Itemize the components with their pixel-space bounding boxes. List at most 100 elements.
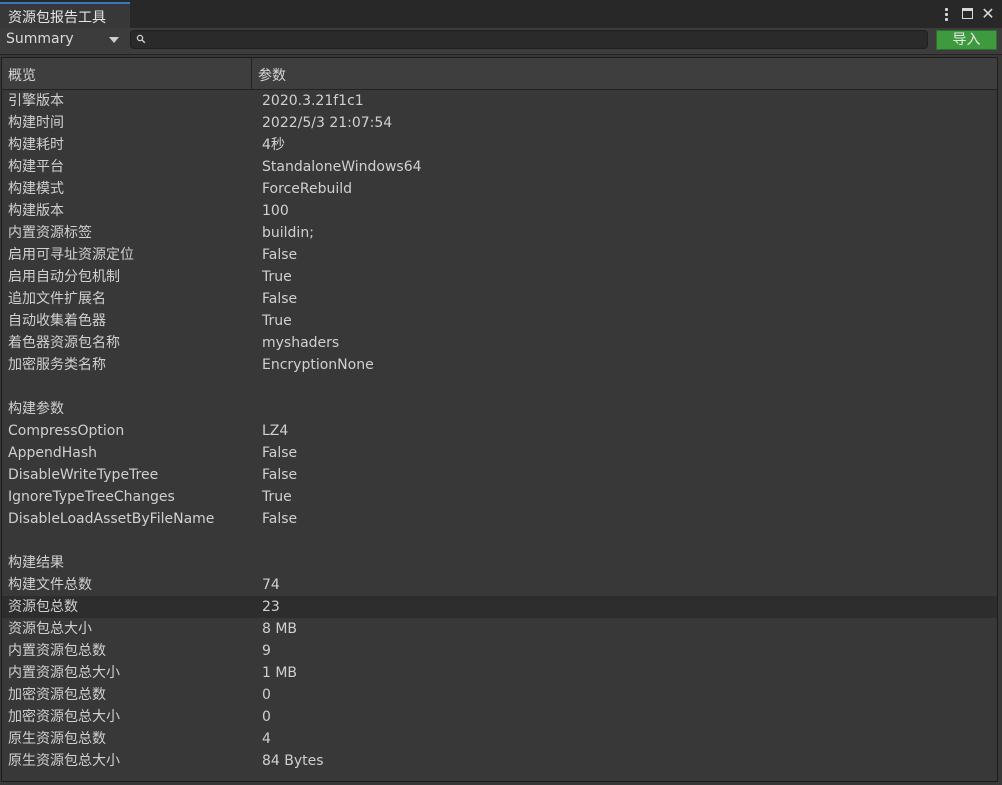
row-key: 构建结果	[8, 555, 64, 571]
table-row[interactable]: 构建文件总数 74	[2, 574, 997, 596]
row-value: False	[262, 467, 298, 483]
column-divider[interactable]	[251, 58, 252, 89]
row-key: 内置资源标签	[8, 225, 92, 241]
table-row[interactable]: 构建平台 StandaloneWindows64	[2, 156, 997, 178]
row-value: 4秒	[262, 137, 285, 153]
table-row[interactable]: 资源包总大小 8 MB	[2, 618, 997, 640]
view-mode-dropdown[interactable]: Summary	[0, 29, 125, 51]
table-row[interactable]: 自动收集着色器 True	[2, 310, 997, 332]
table-row[interactable]: 加密资源包总大小 0	[2, 706, 997, 728]
row-key: 加密服务类名称	[8, 357, 106, 373]
row-value: False	[262, 511, 298, 527]
row-key: 内置资源包总大小	[8, 665, 120, 681]
row-value: True	[262, 489, 292, 505]
row-value: StandaloneWindows64	[262, 159, 422, 175]
table-row[interactable]: 资源包总数 23	[2, 596, 997, 618]
close-icon[interactable]: ✕	[979, 5, 997, 23]
search-icon	[136, 34, 146, 44]
row-key: 构建平台	[8, 159, 64, 175]
toolbar: Summary 导入	[0, 28, 1002, 55]
row-value: myshaders	[262, 335, 340, 351]
row-key: 着色器资源包名称	[8, 335, 120, 351]
row-key: 构建时间	[8, 115, 64, 131]
table-row[interactable]: 启用可寻址资源定位 False	[2, 244, 997, 266]
table-row[interactable]: 构建参数	[2, 398, 997, 420]
row-value: True	[262, 269, 292, 285]
row-value: 9	[262, 643, 271, 659]
import-button[interactable]: 导入	[936, 30, 997, 50]
row-value: 23	[262, 599, 280, 615]
view-mode-label: Summary	[6, 31, 74, 47]
table-row[interactable]: 构建时间 2022/5/3 21:07:54	[2, 112, 997, 134]
row-value: 2022/5/3 21:07:54	[262, 115, 393, 131]
window-tab[interactable]: 资源包报告工具	[0, 2, 130, 28]
row-key: 资源包总大小	[8, 621, 92, 637]
row-key: 构建模式	[8, 181, 64, 197]
row-key: IgnoreTypeTreeChanges	[8, 489, 175, 505]
row-key: 自动收集着色器	[8, 313, 106, 329]
table-row[interactable]: 引擎版本 2020.3.21f1c1	[2, 90, 997, 112]
row-key: 构建版本	[8, 203, 64, 219]
row-value: ForceRebuild	[262, 181, 353, 197]
row-key: CompressOption	[8, 423, 125, 439]
search-field[interactable]	[130, 30, 928, 49]
row-value: 84 Bytes	[262, 753, 324, 769]
table-row[interactable]: AppendHash False	[2, 442, 997, 464]
row-key: 加密资源包总数	[8, 687, 106, 703]
row-key: 原生资源包总数	[8, 731, 106, 747]
row-key: 构建文件总数	[8, 577, 92, 593]
table-row[interactable]: 构建耗时 4秒	[2, 134, 997, 156]
table-row[interactable]: 构建结果	[2, 552, 997, 574]
row-key: 构建耗时	[8, 137, 64, 153]
row-key: 启用可寻址资源定位	[8, 247, 134, 263]
row-key: 原生资源包总大小	[8, 753, 120, 769]
row-key: AppendHash	[8, 445, 97, 461]
maximize-icon[interactable]	[959, 5, 977, 23]
row-value: buildin;	[262, 225, 314, 241]
table-row[interactable]: IgnoreTypeTreeChanges True	[2, 486, 997, 508]
dropdown-arrow-icon	[109, 37, 119, 43]
table-row[interactable]: CompressOption LZ4	[2, 420, 997, 442]
table-row[interactable]: DisableWriteTypeTree False	[2, 464, 997, 486]
table-row[interactable]: 追加文件扩展名 False	[2, 288, 997, 310]
row-key: DisableWriteTypeTree	[8, 467, 159, 483]
row-value: 4	[262, 731, 271, 747]
table-row[interactable]: 构建模式 ForceRebuild	[2, 178, 997, 200]
table-row[interactable]: 加密服务类名称 EncryptionNone	[2, 354, 997, 376]
row-value: 100	[262, 203, 289, 219]
table-row[interactable]: 内置资源包总大小 1 MB	[2, 662, 997, 684]
tab-bar: 资源包报告工具 ✕	[0, 0, 1002, 28]
row-key: 构建参数	[8, 401, 64, 417]
report-window: 资源包报告工具 ✕ Summary 导入 概览 参数 引擎版本 2020.3.21…	[0, 0, 1002, 785]
table-row[interactable]: 原生资源包总大小 84 Bytes	[2, 750, 997, 772]
row-value: False	[262, 445, 298, 461]
table-row[interactable]	[2, 376, 997, 398]
more-options-icon[interactable]	[937, 5, 955, 23]
window-tab-title: 资源包报告工具	[8, 10, 106, 26]
row-key: 启用自动分包机制	[8, 269, 120, 285]
row-value: 2020.3.21f1c1	[262, 93, 364, 109]
row-key: 追加文件扩展名	[8, 291, 106, 307]
table-row[interactable]: 内置资源标签 buildin;	[2, 222, 997, 244]
row-key: 加密资源包总大小	[8, 709, 120, 725]
table-row[interactable]: 加密资源包总数 0	[2, 684, 997, 706]
table-row[interactable]	[2, 530, 997, 552]
table-row[interactable]: 内置资源包总数 9	[2, 640, 997, 662]
row-value: False	[262, 247, 298, 263]
row-value: 0	[262, 687, 271, 703]
column-header-overview[interactable]: 概览	[8, 65, 36, 85]
row-key: 资源包总数	[8, 599, 78, 615]
column-header-parameter[interactable]: 参数	[258, 65, 286, 85]
row-key: 内置资源包总数	[8, 643, 106, 659]
row-value: 74	[262, 577, 280, 593]
table-row[interactable]: DisableLoadAssetByFileName False	[2, 508, 997, 530]
table-row[interactable]: 原生资源包总数 4	[2, 728, 997, 750]
summary-table: 概览 参数 引擎版本 2020.3.21f1c1 构建时间 2022/5/3 21:0…	[1, 57, 998, 782]
search-input[interactable]	[151, 31, 921, 48]
table-row[interactable]: 启用自动分包机制 True	[2, 266, 997, 288]
table-row[interactable]: 着色器资源包名称 myshaders	[2, 332, 997, 354]
row-key: DisableLoadAssetByFileName	[8, 511, 215, 527]
row-value: EncryptionNone	[262, 357, 374, 373]
row-value: 8 MB	[262, 621, 298, 637]
table-row[interactable]: 构建版本 100	[2, 200, 997, 222]
